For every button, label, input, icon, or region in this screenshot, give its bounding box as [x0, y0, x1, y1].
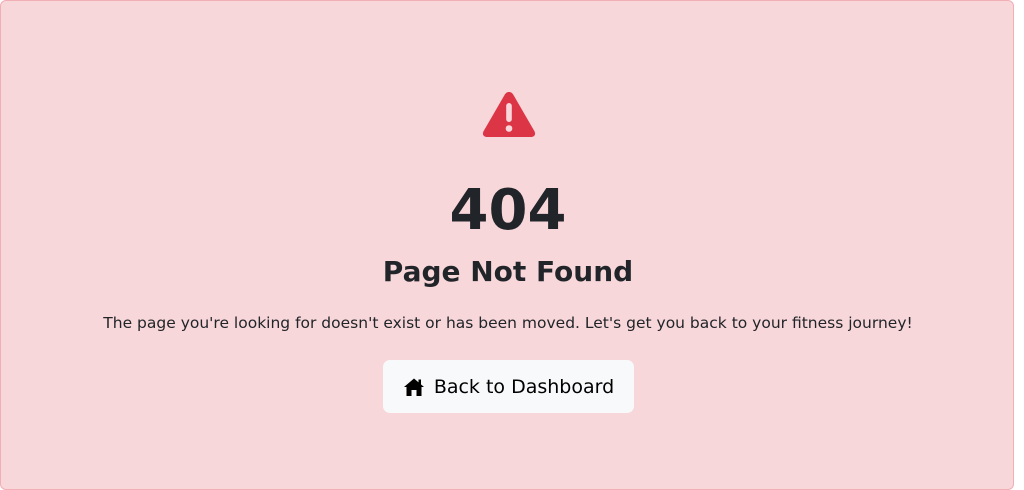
back-to-dashboard-button[interactable]: Back to Dashboard: [383, 360, 634, 413]
exclamation-triangle-icon: [481, 89, 537, 139]
error-message: The page you're looking for doesn't exis…: [103, 314, 913, 332]
page-title: Page Not Found: [382, 255, 634, 288]
house-icon: [403, 377, 425, 397]
error-code: 404: [449, 178, 567, 243]
back-button-label: Back to Dashboard: [433, 375, 615, 398]
not-found-alert: 404 Page Not Found The page you're looki…: [0, 0, 1014, 490]
